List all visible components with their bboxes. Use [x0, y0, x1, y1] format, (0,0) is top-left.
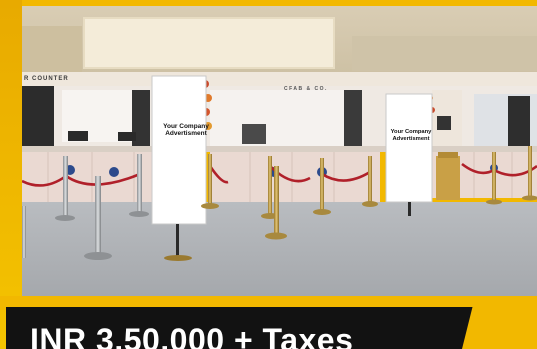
- ad-board-right-text: Your Company Advertisment: [390, 129, 432, 142]
- venue-photo: R COUNTER CFAB & CO. Your Company Advert…: [22, 6, 537, 306]
- ad-board-left: [151, 75, 207, 225]
- banner-accent: [462, 307, 537, 349]
- venue-scene: [22, 6, 537, 306]
- counter-sign-left: R COUNTER: [24, 76, 69, 82]
- trash-bin: [436, 156, 460, 200]
- counter-fascia: [22, 72, 537, 86]
- ad-board-left-text: Your Company Advertisment: [163, 123, 209, 138]
- promo-frame: R COUNTER CFAB & CO. Your Company Advert…: [0, 0, 537, 349]
- counter-front-center: [210, 152, 380, 202]
- ceiling-light-panel: [84, 18, 334, 68]
- price-text: INR 3,50,000 + Taxes: [30, 322, 354, 349]
- ad-board-right: [385, 93, 433, 203]
- counter-sign-center: CFAB & CO.: [284, 86, 328, 92]
